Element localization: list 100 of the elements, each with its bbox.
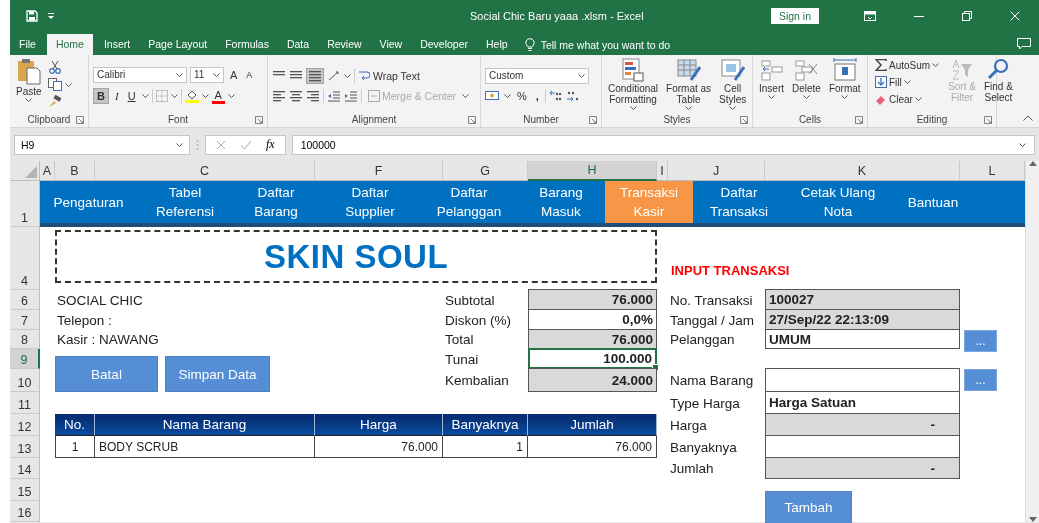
- row-header[interactable]: 1: [10, 181, 40, 227]
- nav-button[interactable]: Cetak Ulang Nota: [785, 181, 891, 223]
- input-field[interactable]: [765, 368, 960, 392]
- input-field[interactable]: -: [765, 457, 960, 479]
- cells-button[interactable]: Insert: [757, 58, 786, 112]
- formula-field[interactable]: 100000: [291, 134, 1035, 155]
- ribbon-tab[interactable]: Help: [477, 34, 517, 55]
- align-bottom-icon[interactable]: [308, 69, 322, 82]
- name-box[interactable]: H9: [14, 134, 190, 155]
- nav-button[interactable]: Pengaturan: [40, 181, 137, 223]
- ribbon-tab[interactable]: View: [370, 34, 412, 55]
- editing-button[interactable]: Clear: [872, 92, 943, 106]
- collapse-ribbon-icon[interactable]: [1023, 115, 1033, 121]
- ribbon-tab[interactable]: File: [10, 34, 45, 55]
- comment-icon[interactable]: [1017, 37, 1031, 50]
- column-header[interactable]: F: [315, 161, 443, 181]
- restore-icon[interactable]: [962, 11, 972, 21]
- row-header[interactable]: 15: [10, 479, 40, 501]
- summary-value[interactable]: 76.000: [528, 329, 657, 349]
- editing-button[interactable]: Fill: [872, 75, 943, 89]
- input-field[interactable]: -: [765, 413, 960, 436]
- format-toggle-button[interactable]: B: [93, 87, 109, 104]
- row-header[interactable]: 4: [10, 227, 40, 290]
- input-field[interactable]: 100027: [765, 289, 960, 310]
- row-header[interactable]: 10: [10, 369, 40, 392]
- save-icon[interactable]: [26, 10, 38, 22]
- align-center-icon[interactable]: [289, 89, 303, 102]
- lightbulb-icon[interactable]: [524, 38, 535, 51]
- dialog-launcher-icon[interactable]: [855, 116, 863, 124]
- nav-button[interactable]: Barang Masuk: [517, 181, 605, 223]
- column-header[interactable]: B: [55, 161, 95, 181]
- dialog-launcher-icon[interactable]: [468, 116, 476, 124]
- ribbon-tab[interactable]: Data: [277, 34, 319, 55]
- currency-icon[interactable]: [485, 89, 501, 102]
- nav-button[interactable]: Daftar Pelanggan: [421, 181, 517, 223]
- decrease-indent-icon[interactable]: [327, 89, 341, 102]
- insert-function-button[interactable]: fx: [266, 137, 275, 152]
- vertical-scrollbar[interactable]: [1025, 161, 1039, 522]
- increase-indent-icon[interactable]: [344, 89, 358, 102]
- styles-gallery-button[interactable]: Conditional Formatting: [606, 58, 661, 112]
- input-field[interactable]: [765, 435, 960, 458]
- editing-button[interactable]: AutoSum: [872, 58, 943, 72]
- cells-button[interactable]: Delete: [790, 58, 823, 112]
- cells-button[interactable]: Format: [826, 58, 863, 112]
- column-header[interactable]: L: [960, 161, 1025, 181]
- row-header[interactable]: 11: [10, 392, 40, 414]
- input-field[interactable]: UMUM: [765, 329, 960, 349]
- comma-style-button[interactable]: ,: [532, 88, 542, 103]
- row-header[interactable]: 16: [10, 501, 40, 522]
- summary-value[interactable]: 0,0%: [528, 309, 657, 330]
- ribbon-tab[interactable]: Developer: [411, 34, 477, 55]
- wrap-text-icon[interactable]: [358, 69, 370, 82]
- sign-in-button[interactable]: Sign in: [770, 8, 819, 24]
- row-header[interactable]: 6: [10, 290, 40, 310]
- format-toggle-button[interactable]: I: [111, 88, 122, 103]
- editing-menu-button[interactable]: Find & Select: [981, 58, 1015, 112]
- font-size-field[interactable]: 11: [190, 66, 224, 83]
- input-field[interactable]: 27/Sep/22 22:13:09: [765, 309, 960, 330]
- nav-button[interactable]: Daftar Transaksi: [693, 181, 785, 223]
- ribbon-display-icon[interactable]: [864, 11, 876, 21]
- ribbon-tab[interactable]: Home: [46, 34, 93, 55]
- number-format-field[interactable]: Custom: [485, 67, 589, 84]
- orientation-icon[interactable]: [327, 69, 341, 82]
- row-header[interactable]: 8: [10, 330, 40, 349]
- column-header[interactable]: J: [668, 161, 765, 181]
- column-header[interactable]: C: [95, 161, 315, 181]
- fill-color-icon[interactable]: [184, 88, 199, 103]
- column-header[interactable]: I: [657, 161, 668, 181]
- align-right-icon[interactable]: [306, 89, 320, 102]
- nav-button[interactable]: Daftar Supplier: [319, 181, 421, 223]
- summary-value[interactable]: 76.000: [528, 289, 657, 310]
- percent-button[interactable]: %: [514, 88, 530, 103]
- summary-value[interactable]: 24.000: [528, 368, 657, 392]
- row-header[interactable]: 13: [10, 436, 40, 458]
- font-family-field[interactable]: Calibri: [93, 66, 187, 83]
- column-header[interactable]: A: [40, 161, 55, 181]
- column-header[interactable]: K: [765, 161, 960, 181]
- input-field[interactable]: Harga Satuan: [765, 391, 960, 414]
- paste-button[interactable]: Paste: [14, 58, 44, 112]
- dialog-launcher-icon[interactable]: [740, 116, 748, 124]
- dialog-launcher-icon[interactable]: [76, 116, 84, 124]
- nav-button[interactable]: Daftar Barang: [233, 181, 319, 223]
- styles-gallery-button[interactable]: Format as Table: [664, 58, 714, 112]
- format-toggle-button[interactable]: U: [124, 88, 139, 103]
- column-header[interactable]: G: [443, 161, 528, 181]
- row-header[interactable]: 9: [10, 349, 40, 369]
- decrease-decimal-icon[interactable]: [565, 89, 580, 102]
- wrap-text-button[interactable]: Wrap Text: [373, 69, 420, 82]
- column-header[interactable]: H: [528, 161, 657, 181]
- close-icon[interactable]: [1010, 11, 1020, 21]
- decrease-font-button[interactable]: A: [243, 68, 256, 81]
- align-left-icon[interactable]: [272, 89, 286, 102]
- row-header[interactable]: 12: [10, 414, 40, 436]
- format-painter-icon[interactable]: [47, 95, 62, 108]
- dialog-launcher-icon[interactable]: [589, 116, 597, 124]
- nav-button[interactable]: Bantuan: [891, 181, 975, 223]
- increase-decimal-icon[interactable]: [548, 89, 563, 102]
- ribbon-tab[interactable]: Formulas: [216, 34, 278, 55]
- increase-font-button[interactable]: A: [227, 67, 241, 82]
- ribbon-tab[interactable]: Review: [318, 34, 371, 55]
